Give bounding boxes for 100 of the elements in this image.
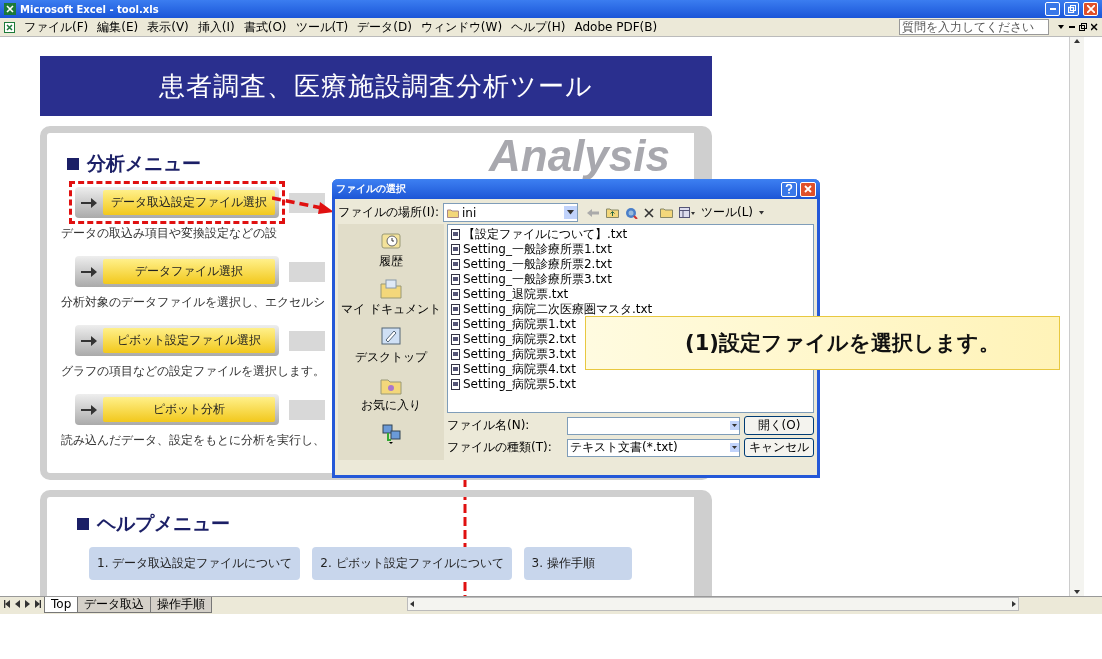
globe-search-icon[interactable] [624, 206, 638, 219]
places-item[interactable]: お気に入り [361, 374, 421, 414]
minimize-icon [1069, 26, 1075, 28]
field-label: ファイルの種類(T): [447, 439, 553, 456]
sheet-tab[interactable]: Top [44, 597, 79, 613]
text-file-icon [451, 319, 461, 330]
help-link[interactable]: 1. データ取込設定ファイルについて [89, 547, 301, 580]
text-file-icon [451, 289, 461, 300]
file-name[interactable]: Setting_病院票3.txt [463, 347, 576, 362]
new-folder-icon[interactable] [659, 207, 673, 218]
menu-description: 分析対象のデータファイルを選択し、エクセルシ [61, 294, 325, 311]
arrow-icon [81, 265, 97, 278]
dropdown-arrow-icon [730, 421, 739, 430]
sheet-tab[interactable]: データ取込 [77, 597, 152, 613]
text-file-icon [451, 349, 461, 360]
file-name[interactable]: Setting_病院票5.txt [463, 377, 576, 392]
close-button[interactable] [800, 181, 816, 197]
tools-menu[interactable]: ツール(L) [700, 204, 753, 221]
text-file-icon [451, 334, 461, 345]
dropdown-arrow-icon [759, 210, 764, 215]
text-file-icon [451, 304, 461, 315]
places-item[interactable]: 履歴 [379, 230, 403, 270]
menu-item[interactable]: 書式(O) [243, 18, 287, 36]
text-file-icon [451, 244, 461, 255]
menu-item[interactable]: ウィンドウ(W) [420, 18, 503, 36]
sheet-nav-arrow-icon[interactable] [4, 600, 11, 608]
file-name[interactable]: Setting_退院票.txt [463, 287, 569, 302]
menu-item[interactable]: 表示(V) [147, 18, 189, 36]
sheet-tab[interactable]: 操作手順 [150, 597, 213, 613]
field-label: ファイル名(N): [447, 417, 531, 434]
window-title: Microsoft Excel - tool.xls [20, 3, 159, 15]
close-button[interactable] [1083, 2, 1098, 16]
menu-item[interactable]: ヘルプ(H) [511, 18, 566, 36]
file-name[interactable]: Setting_一般診療所票2.txt [463, 257, 612, 272]
blank-bar [289, 399, 325, 420]
sheet-title: 患者調査、医療施設調査分析ツール [159, 69, 593, 103]
arrow-icon [81, 334, 97, 347]
file-name[interactable]: Setting_一般診療所票1.txt [463, 242, 612, 257]
text-file-icon [451, 379, 461, 390]
file-name[interactable]: Setting_病院二次医療圏マスタ.txt [463, 302, 653, 317]
section-heading: ヘルプメニュー [97, 511, 230, 536]
help-link[interactable]: 2. ピボット設定ファイルについて [312, 547, 512, 580]
menu-description: データの取込み項目や変換設定などの設 [61, 225, 277, 242]
text-file-icon [451, 364, 461, 375]
vertical-scrollbar[interactable] [1069, 37, 1084, 596]
file-name-field[interactable] [567, 416, 740, 435]
look-in-dropdown[interactable]: ini [442, 203, 578, 222]
menu-item[interactable]: Adobe PDF(B) [574, 20, 658, 34]
documents-folder-icon [380, 278, 402, 300]
menu-item[interactable]: 編集(E) [97, 18, 139, 36]
square-bullet-icon [77, 518, 89, 530]
up-folder-icon[interactable] [605, 207, 619, 218]
file-name[interactable]: Setting_病院票1.txt [463, 317, 576, 332]
blank-bar [289, 330, 325, 351]
look-in-label: ファイルの場所(I): [338, 204, 439, 221]
restore-icon [1079, 23, 1087, 31]
minimize-button[interactable] [1045, 2, 1060, 16]
menu-item[interactable]: データ(D) [357, 18, 412, 36]
open-button[interactable]: 開く(O) [744, 416, 814, 435]
help-link[interactable]: 3. 操作手順 [523, 547, 632, 580]
menu-button[interactable]: データ取込設定ファイル選択 [75, 187, 279, 218]
close-icon [1086, 5, 1095, 13]
menu-item[interactable]: 挿入(I) [197, 18, 235, 36]
section-heading: 分析メニュー [87, 151, 201, 176]
file-name[interactable]: Setting_病院票4.txt [463, 362, 576, 377]
views-icon[interactable] [678, 207, 695, 218]
menu-description: グラフの項目などの設定ファイルを選択します。 [61, 363, 325, 380]
history-clock-icon [380, 230, 402, 252]
file-type-dropdown[interactable]: テキスト文書(*.txt) [567, 438, 740, 457]
network-computers-icon[interactable] [380, 422, 402, 444]
file-name[interactable]: Setting_一般診療所票3.txt [463, 272, 612, 287]
callout-box: (1)設定ファイルを選択します。 [585, 316, 1060, 370]
dropdown-icon [1058, 23, 1065, 31]
sheet-nav-arrow-icon[interactable] [34, 600, 41, 608]
menu-button[interactable]: ピボット分析 [75, 394, 279, 425]
menu-button[interactable]: データファイル選択 [75, 256, 279, 287]
scroll-left-icon [408, 600, 417, 608]
menu-button[interactable]: ピボット設定ファイル選択 [75, 325, 279, 356]
cancel-button[interactable]: キャンセル [744, 438, 814, 457]
menu-item[interactable]: ファイル(F) [24, 18, 89, 36]
places-item[interactable]: デスクトップ [355, 326, 427, 366]
places-item[interactable]: マイ ドキュメント [341, 278, 441, 318]
file-name[interactable]: Setting_病院票2.txt [463, 332, 576, 347]
help-button[interactable] [781, 181, 797, 197]
close-icon [1091, 23, 1098, 31]
menu-item[interactable]: ツール(T) [295, 18, 349, 36]
arrow-icon [81, 196, 97, 209]
restore-icon [1067, 5, 1076, 13]
dropdown-arrow-icon [730, 443, 739, 452]
help-search-field[interactable]: 質問を入力してください [899, 19, 1049, 35]
restore-button[interactable] [1064, 2, 1079, 16]
folder-icon [446, 207, 459, 218]
square-bullet-icon [67, 158, 79, 170]
horizontal-scrollbar[interactable] [407, 597, 1020, 611]
minimize-icon [1049, 8, 1056, 10]
menu-description: 読み込んだデータ、設定をもとに分析を実行し、 [61, 432, 325, 449]
file-name[interactable]: 【設定ファイルについて】.txt [463, 227, 628, 242]
delete-icon[interactable] [643, 207, 654, 218]
arrow-icon [81, 403, 97, 416]
dialog-title: ファイルの選択 [336, 182, 407, 196]
